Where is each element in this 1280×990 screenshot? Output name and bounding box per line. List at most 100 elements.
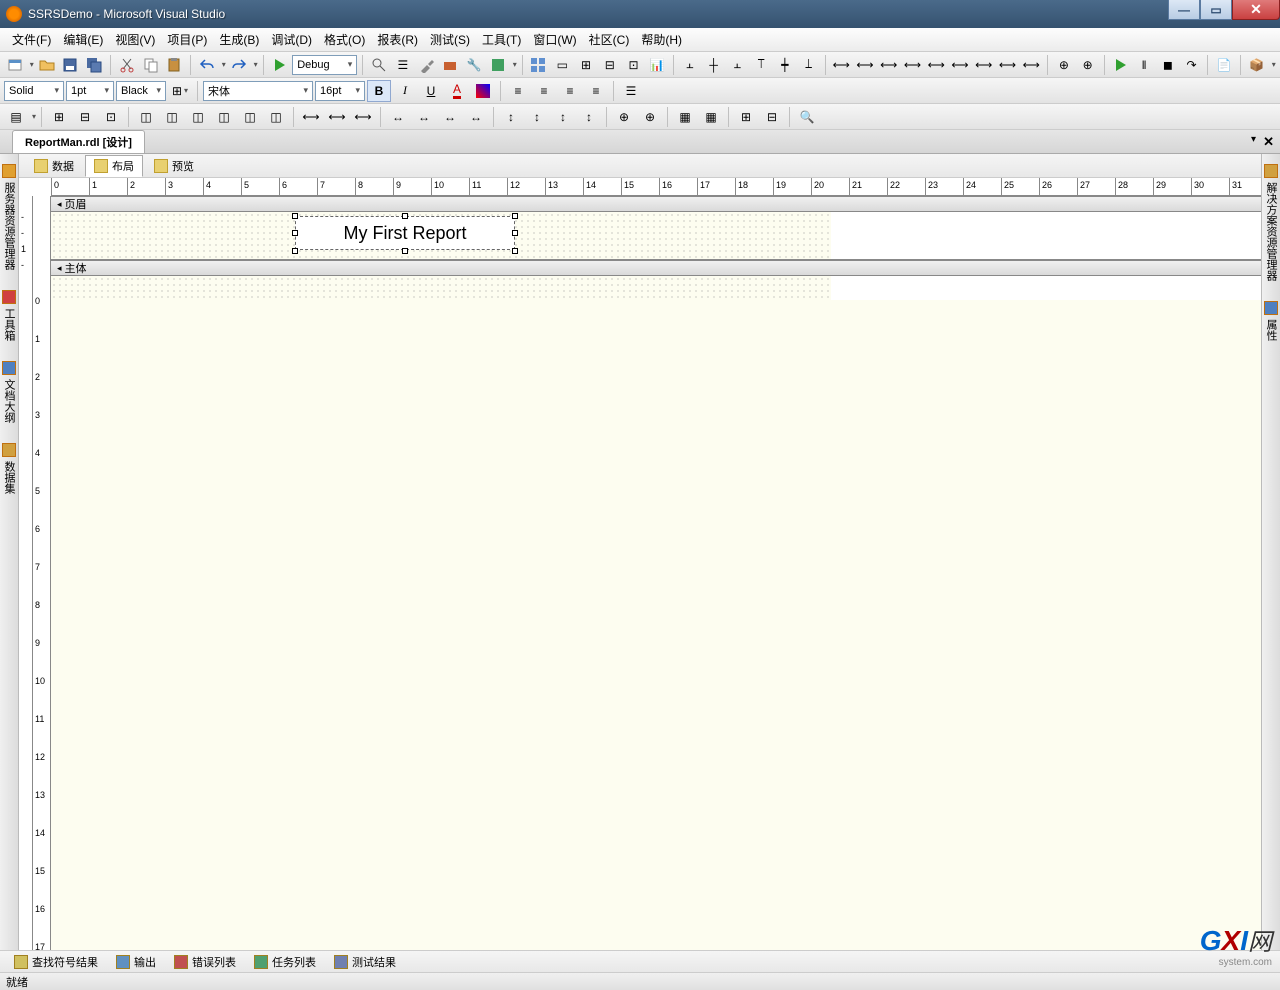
l6-icon[interactable]: ◫ [264, 106, 288, 128]
menu-test[interactable]: 测试(S) [424, 31, 476, 48]
align-middle-icon[interactable]: ┿ [774, 54, 796, 76]
dataset-tab[interactable]: 数据集 [0, 437, 19, 500]
bold-button[interactable]: B [367, 80, 391, 102]
tab-dropdown-icon[interactable]: ▾ [1251, 134, 1256, 145]
dropdown-icon[interactable]: ▾ [32, 112, 36, 121]
dropdown-icon[interactable]: ▾ [513, 60, 517, 69]
hammer-icon[interactable] [416, 54, 438, 76]
tab-data[interactable]: 数据 [25, 155, 83, 177]
minimize-button[interactable]: — [1168, 0, 1200, 20]
step-icon[interactable]: ↷ [1181, 54, 1203, 76]
registry-icon[interactable] [487, 54, 509, 76]
selection-handle[interactable] [292, 230, 298, 236]
border-color-combo[interactable]: Black [116, 81, 166, 101]
report-title-textbox[interactable]: My First Report [295, 216, 515, 250]
snap-icon[interactable]: ⊡ [623, 54, 645, 76]
tab-layout[interactable]: 布局 [85, 155, 143, 177]
body-section-bar[interactable]: 主体 [51, 260, 1261, 276]
wrench-icon[interactable]: 🔧 [463, 54, 485, 76]
border-weight-combo[interactable]: 1pt [66, 81, 114, 101]
grid-icon[interactable]: ⊞ [575, 54, 597, 76]
bg-color-icon[interactable] [471, 80, 495, 102]
bring-front-icon[interactable]: ▤ [4, 106, 28, 128]
l18-icon[interactable]: ⊕ [612, 106, 636, 128]
border-dropdown-icon[interactable]: ⊞▾ [168, 80, 192, 102]
l8-icon[interactable]: ⟷ [325, 106, 349, 128]
stop-icon[interactable]: ◼ [1157, 54, 1179, 76]
l5-icon[interactable]: ◫ [238, 106, 262, 128]
window-icon[interactable]: ▭ [551, 54, 573, 76]
l4-icon[interactable]: ◫ [212, 106, 236, 128]
save-all-icon[interactable] [83, 54, 105, 76]
menu-community[interactable]: 社区(C) [583, 31, 636, 48]
chart-icon[interactable]: 📊 [646, 54, 668, 76]
l10-icon[interactable]: ↔ [386, 106, 410, 128]
menu-edit[interactable]: 编辑(E) [57, 31, 109, 48]
toolbox-tab[interactable]: 工具箱 [0, 284, 19, 347]
selection-handle[interactable] [292, 248, 298, 254]
config-combo[interactable]: Debug [292, 55, 357, 75]
selection-handle[interactable] [292, 213, 298, 219]
split-icon[interactable]: ⊟ [760, 106, 784, 128]
center-v-icon[interactable]: ⊕ [1077, 54, 1099, 76]
test-run-icon[interactable]: 📦 [1246, 54, 1268, 76]
close-button[interactable]: ✕ [1232, 0, 1280, 20]
tab-close-icon[interactable]: ✕ [1263, 134, 1274, 150]
align-top-icon[interactable]: ⟙ [750, 54, 772, 76]
properties-tab[interactable]: 属性 [1261, 295, 1280, 347]
merge-icon[interactable]: ⊞ [734, 106, 758, 128]
maximize-button[interactable]: ▭ [1200, 0, 1232, 20]
underline-button[interactable]: U [419, 80, 443, 102]
hspace-equal-icon[interactable]: ⟷ [902, 54, 924, 76]
menu-build[interactable]: 生成(B) [213, 31, 265, 48]
menu-report[interactable]: 报表(R) [371, 31, 424, 48]
vspace-equal-icon[interactable]: ⟷ [973, 54, 995, 76]
align-center-text-icon[interactable]: ≡ [532, 80, 556, 102]
same-height-icon[interactable]: ⟷ [854, 54, 876, 76]
l1-icon[interactable]: ◫ [134, 106, 158, 128]
vspace-dec-icon[interactable]: ⟷ [1020, 54, 1042, 76]
zoom-icon[interactable]: 🔍 [795, 106, 819, 128]
l14-icon[interactable]: ↕ [499, 106, 523, 128]
table-icon[interactable]: ⊟ [599, 54, 621, 76]
dropdown-icon[interactable]: ▾ [30, 60, 34, 69]
l15-icon[interactable]: ↕ [525, 106, 549, 128]
align-center-icon[interactable]: ┼ [703, 54, 725, 76]
l20-icon[interactable]: ▦ [673, 106, 697, 128]
center-h-icon[interactable]: ⊕ [1053, 54, 1075, 76]
l11-icon[interactable]: ↔ [412, 106, 436, 128]
l12-icon[interactable]: ↔ [438, 106, 462, 128]
menu-window[interactable]: 窗口(W) [527, 31, 582, 48]
paste-icon[interactable] [163, 54, 185, 76]
font-family-combo[interactable]: 宋体 [203, 81, 313, 101]
undo-icon[interactable] [196, 54, 218, 76]
font-color-icon[interactable]: A [445, 80, 469, 102]
italic-button[interactable]: I [393, 80, 417, 102]
selection-handle[interactable] [402, 213, 408, 219]
new-project-icon[interactable] [4, 54, 26, 76]
dropdown-icon[interactable]: ▾ [1272, 60, 1276, 69]
menu-project[interactable]: 项目(P) [161, 31, 213, 48]
open-icon[interactable] [36, 54, 58, 76]
design-surface[interactable]: 0123456789101112131415161718192021222324… [19, 178, 1261, 950]
output-tab[interactable]: 输出 [108, 952, 164, 972]
dropdown-icon[interactable]: ▾ [222, 60, 226, 69]
selection-handle[interactable] [402, 248, 408, 254]
selection-handle[interactable] [512, 230, 518, 236]
menu-debug[interactable]: 调试(D) [265, 31, 318, 48]
page-header-area[interactable]: My First Report [51, 212, 1261, 260]
menu-view[interactable]: 视图(V) [109, 31, 161, 48]
start-debug-icon[interactable] [268, 54, 290, 76]
redo-icon[interactable] [228, 54, 250, 76]
menu-format[interactable]: 格式(O) [318, 31, 371, 48]
pause-icon[interactable]: ‖ [1133, 54, 1155, 76]
comment-icon[interactable]: ☰ [392, 54, 414, 76]
layout-grid3-icon[interactable]: ⊡ [99, 106, 123, 128]
l17-icon[interactable]: ↕ [577, 106, 601, 128]
vspace-inc-icon[interactable]: ⟷ [997, 54, 1019, 76]
task-list-tab[interactable]: 任务列表 [246, 952, 324, 972]
document-tab[interactable]: ReportMan.rdl [设计] [12, 130, 145, 153]
l9-icon[interactable]: ⟷ [351, 106, 375, 128]
l13-icon[interactable]: ↔ [464, 106, 488, 128]
align-right-icon[interactable]: ⫠ [727, 54, 749, 76]
